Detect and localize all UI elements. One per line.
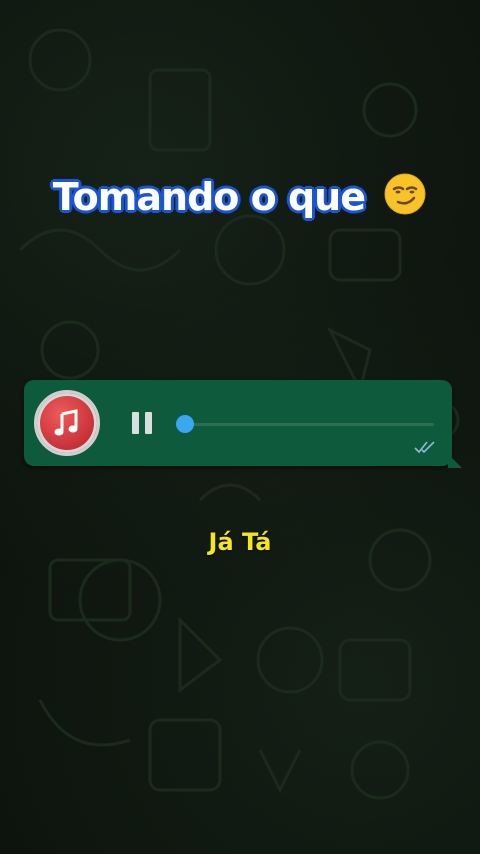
caption-text: Já Tá (208, 528, 272, 556)
smirking-face-emoji (384, 173, 426, 215)
pause-icon (132, 412, 139, 434)
progress-track[interactable] (186, 423, 434, 426)
double-check-icon (414, 441, 435, 454)
headline-text: Tomando o que (52, 175, 366, 219)
bubble-tail (448, 454, 462, 468)
pause-button[interactable] (132, 412, 154, 436)
progress-knob[interactable] (176, 415, 194, 433)
voice-message-bubble[interactable] (24, 380, 462, 468)
music-note-icon (54, 409, 78, 436)
headline: Tomando o que (0, 172, 480, 219)
pause-icon-bar (145, 412, 152, 434)
music-avatar (34, 390, 100, 456)
